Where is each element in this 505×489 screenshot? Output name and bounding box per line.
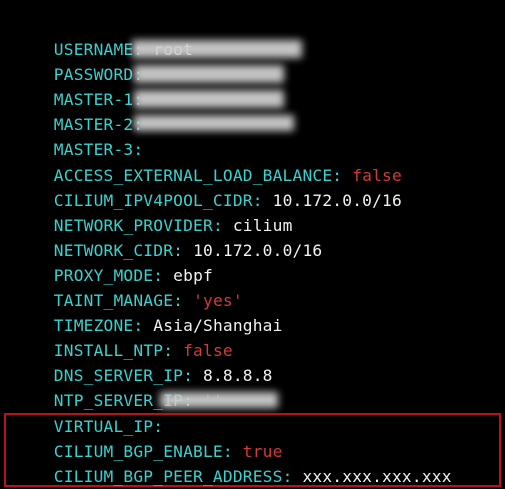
config-line-network-provider: NETWORK_PROVIDER: cilium xyxy=(14,188,293,235)
config-line-ntp-server-ip: NTP_SERVER_IP: '' xyxy=(14,363,223,410)
config-line-network-cidr: NETWORK_CIDR: 10.172.0.0/16 xyxy=(14,213,322,260)
config-line-cilium-bgp-enable: CILIUM_BGP_ENABLE: true xyxy=(14,414,283,461)
redacted-master-2-value xyxy=(134,90,284,108)
config-line-install-ntp: INSTALL_NTP: false xyxy=(14,313,233,360)
redacted-password-value xyxy=(132,40,302,58)
config-line-cilium-bgp-peer-asn: CILIUM_BGP_PEER_ASN: 65100 xyxy=(14,464,323,489)
redacted-master-1-value xyxy=(134,65,284,83)
config-line-taint-manage: TAINT_MANAGE: 'yes' xyxy=(14,263,243,310)
config-line-master-2: MASTER-2: xyxy=(14,87,153,134)
config-line-master-1: MASTER-1: xyxy=(14,62,153,109)
config-line-cilium-ipv4pool-cidr: CILIUM_IPV4POOL_CIDR: 10.172.0.0/16 xyxy=(14,163,402,210)
config-line-virtual-ip: VIRTUAL_IP: xyxy=(14,389,173,436)
config-line-cilium-bgp-peer-address: CILIUM_BGP_PEER_ADDRESS: xxx.xxx.xxx.xxx xyxy=(14,439,452,486)
config-line-dns-server-ip: DNS_SERVER_IP: 8.8.8.8 xyxy=(14,338,273,385)
config-line-access-external-load-balance: ACCESS_EXTERNAL_LOAD_BALANCE: false xyxy=(14,138,402,185)
config-line-proxy-mode: PROXY_MODE: ebpf xyxy=(14,238,213,285)
terminal-window[interactable]: USERNAME: root PASSWORD: MASTER-1: MASTE… xyxy=(0,0,505,489)
redacted-master-3-value xyxy=(134,115,294,131)
config-line-master-3: MASTER-3: xyxy=(14,112,153,159)
config-value: xxx.xxx.xxx.xxx xyxy=(302,467,452,486)
config-line-username: USERNAME: root xyxy=(14,12,193,59)
config-line-timezone: TIMEZONE: Asia/Shanghai xyxy=(14,288,283,335)
redacted-virtual-ip-value xyxy=(160,392,278,408)
